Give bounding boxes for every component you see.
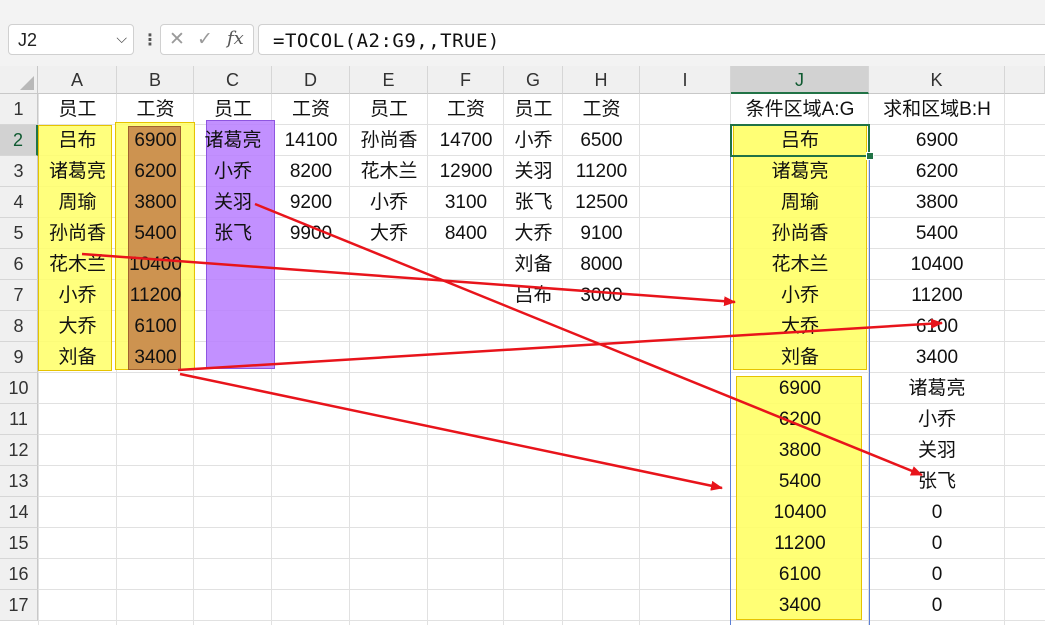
- arrow-names-to-j-names: [81, 252, 736, 307]
- arrow-salary-to-j-numbers: [179, 372, 723, 491]
- arrow-names-to-k-names: [254, 202, 923, 477]
- annotation-arrows: [81, 202, 943, 491]
- arrow-salary-to-k-salary: [177, 318, 943, 372]
